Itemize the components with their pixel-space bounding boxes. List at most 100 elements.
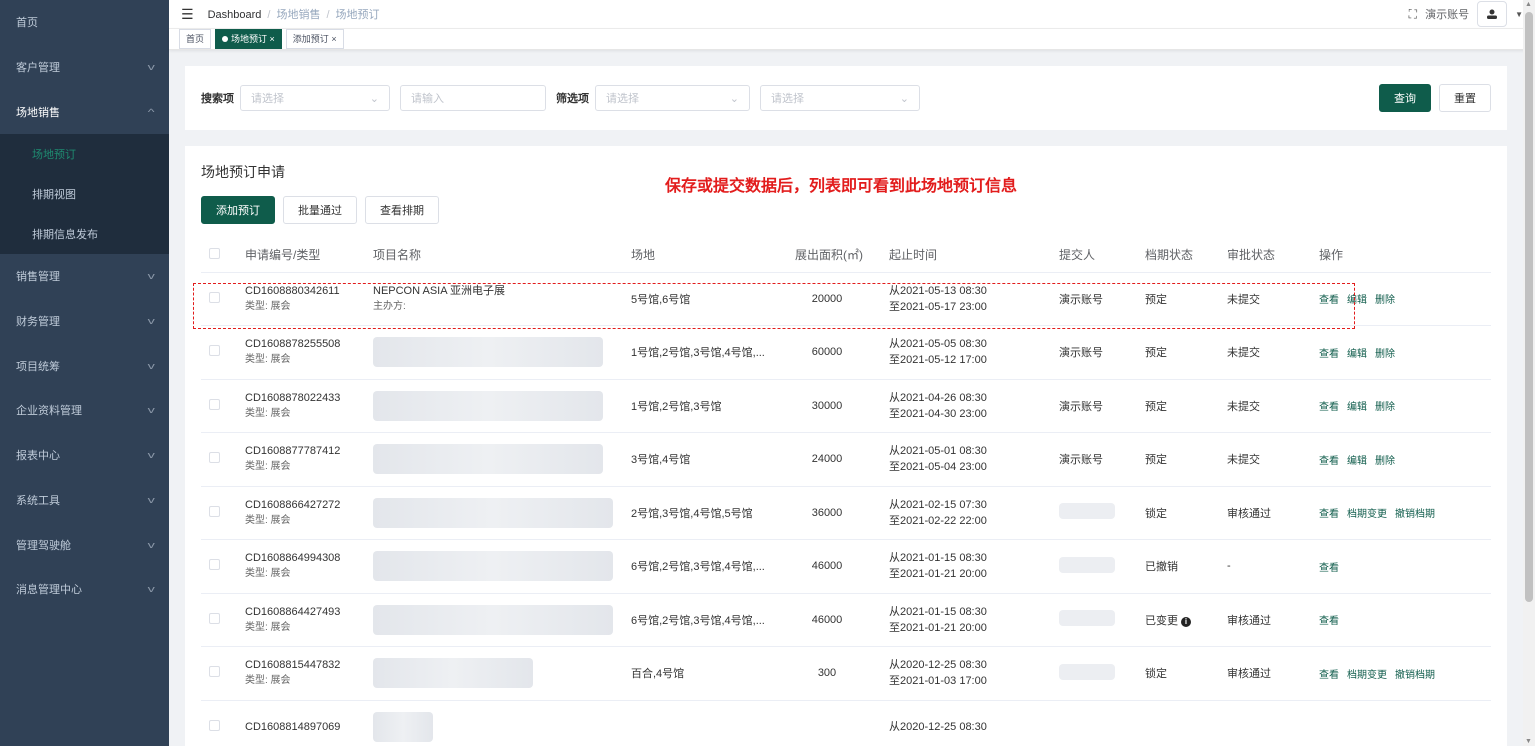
start-time: 从2021-05-05 08:30 <box>889 338 987 351</box>
row-checkbox[interactable] <box>209 719 220 731</box>
application-type: 类型: 展会 <box>245 461 291 473</box>
venue: 1号馆,2号馆,3号馆,4号馆,... <box>631 347 765 360</box>
row-checkbox[interactable] <box>209 345 220 357</box>
add-booking-button[interactable]: 添加预订 <box>201 196 275 224</box>
tab-tag[interactable]: 添加预订 × <box>285 29 344 49</box>
sidebar: 首页 客户管理 v 场地销售 ^ 场地预订 排期视图 排期信息发布 销售管理 v 财务管理 v 项目统筹… <box>0 0 169 746</box>
filter-bar: 搜索项 请选择 ⌄ 请输入 筛选项 请选择 ⌄ 请选择 ⌄ 查询 重置 <box>185 66 1507 130</box>
table-row: CD1608877787412 类型: 展会 3号馆,4号馆 24000 从2021-0… <box>201 432 1491 487</box>
reset-button[interactable]: 重置 <box>1439 84 1491 112</box>
schedule-status: 锁定 <box>1145 668 1167 681</box>
sidebar-item[interactable]: 企业资料管理 v <box>0 388 169 433</box>
breadcrumb-item[interactable]: Dashboard <box>208 9 262 21</box>
action-link[interactable]: 编辑 <box>1347 349 1367 360</box>
action-link[interactable]: 查看 <box>1319 616 1339 627</box>
filter-select-1[interactable]: 请选择 ⌄ <box>595 85 750 111</box>
exhibit-area: 24000 <box>811 453 843 466</box>
sidebar-subitem[interactable]: 场地预订 <box>0 134 169 174</box>
application-id: CD1608815447832 <box>245 659 341 672</box>
action-link[interactable]: 档期变更 <box>1347 670 1387 681</box>
start-time: 从2021-04-26 08:30 <box>889 391 987 404</box>
chevron-down-icon: v <box>147 360 155 371</box>
close-icon[interactable]: × <box>329 34 336 44</box>
sidebar-subitem[interactable]: 排期视图 <box>0 174 169 214</box>
dot-icon <box>222 36 229 42</box>
search-label: 搜索项 <box>201 93 234 105</box>
view-schedule-button[interactable]: 查看排期 <box>365 196 439 224</box>
tab-tag[interactable]: 场地预订 × <box>215 29 282 49</box>
start-time: 从2021-01-15 08:30 <box>889 605 987 618</box>
batch-approve-button[interactable]: 批量通过 <box>283 196 357 224</box>
sidebar-item[interactable]: 场地销售 ^ <box>0 89 169 134</box>
breadcrumb: Dashboard / 场地销售 / 场地预订 <box>207 9 380 21</box>
scrollbar[interactable]: ▲ ▼ <box>1523 0 1535 746</box>
action-link[interactable]: 查看 <box>1319 563 1339 574</box>
sidebar-item[interactable]: 报表中心 v <box>0 433 169 478</box>
sidebar-item[interactable]: 消息管理中心 v <box>0 567 169 612</box>
column-header: 操作 <box>1319 238 1491 273</box>
sidebar-item[interactable]: 系统工具 v <box>0 478 169 523</box>
filter-select-2[interactable]: 请选择 ⌄ <box>760 85 920 111</box>
redacted-submitter <box>1059 610 1115 627</box>
close-icon[interactable]: × <box>267 34 275 44</box>
action-link[interactable]: 查看 <box>1319 349 1339 360</box>
sidebar-item-label: 首页 <box>16 17 38 30</box>
action-link[interactable]: 档期变更 <box>1347 509 1387 520</box>
action-link[interactable]: 查看 <box>1319 509 1339 520</box>
fullscreen-icon[interactable]: ⛶ <box>1409 7 1417 22</box>
action-link[interactable]: 编辑 <box>1347 456 1367 467</box>
row-checkbox[interactable] <box>209 559 220 571</box>
row-checkbox[interactable] <box>209 612 220 624</box>
sidebar-item[interactable]: 项目统筹 v <box>0 343 169 388</box>
table-row: CD1608814897069 从2020-12-25 08:30 <box>201 700 1491 746</box>
row-checkbox[interactable] <box>209 398 220 410</box>
row-checkbox[interactable] <box>209 452 220 464</box>
end-time: 至2021-02-22 22:00 <box>889 514 987 527</box>
row-checkbox[interactable] <box>209 666 220 678</box>
avatar[interactable] <box>1477 1 1508 27</box>
chevron-down-icon: ⌄ <box>899 92 909 105</box>
chevron-down-icon: v <box>147 316 155 327</box>
sidebar-item[interactable]: 管理驾驶舱 v <box>0 522 169 567</box>
approval-status: 审核通过 <box>1227 614 1271 627</box>
hamburger-icon[interactable]: ☰ <box>181 6 194 23</box>
filter-label: 筛选项 <box>556 93 589 105</box>
highlight-box <box>193 283 1355 329</box>
query-button[interactable]: 查询 <box>1379 84 1431 112</box>
action-link[interactable]: 删除 <box>1375 456 1395 467</box>
action-link[interactable]: 删除 <box>1375 402 1395 413</box>
tab-tag[interactable]: 首页 <box>179 29 212 49</box>
start-time: 从2021-02-15 07:30 <box>889 498 987 511</box>
select-all-checkbox[interactable] <box>209 247 220 259</box>
start-time: 从2021-05-01 08:30 <box>889 445 987 458</box>
action-link[interactable]: 删除 <box>1375 295 1395 306</box>
caret-down-icon[interactable]: ▼ <box>1515 10 1523 19</box>
redacted-project-name <box>373 444 603 475</box>
sidebar-item[interactable]: 客户管理 v <box>0 45 169 90</box>
sidebar-item-label: 企业资料管理 <box>16 405 82 418</box>
action-link[interactable]: 删除 <box>1375 349 1395 360</box>
action-link[interactable]: 编辑 <box>1347 402 1367 413</box>
table-row: CD1608878022433 类型: 展会 1号馆,2号馆,3号馆 30000 从20… <box>201 379 1491 433</box>
end-time: 至2021-04-30 23:00 <box>889 407 987 420</box>
info-icon[interactable]: i <box>1181 616 1191 627</box>
tags-view: 首页 场地预订 × 添加预订 × <box>169 29 1535 50</box>
application-type: 类型: 展会 <box>245 354 291 366</box>
action-link[interactable]: 撤销档期 <box>1395 670 1435 681</box>
action-link[interactable]: 查看 <box>1319 402 1339 413</box>
sidebar-subitem[interactable]: 排期信息发布 <box>0 214 169 254</box>
action-link[interactable]: 撤销档期 <box>1395 509 1435 520</box>
sidebar-item[interactable]: 财务管理 v <box>0 299 169 344</box>
search-field-select[interactable]: 请选择 ⌄ <box>240 85 390 111</box>
row-checkbox[interactable] <box>209 505 220 517</box>
table-row: CD1608864427493 类型: 展会 6号馆,2号馆,3号馆,4号馆,...… <box>201 593 1491 647</box>
sidebar-item[interactable]: 销售管理 v <box>0 254 169 299</box>
column-header: 申请编号/类型 <box>245 238 373 273</box>
sidebar-item-label: 销售管理 <box>16 271 60 284</box>
exhibit-area: 46000 <box>811 613 843 626</box>
sidebar-item[interactable]: 首页 <box>0 0 169 45</box>
action-link[interactable]: 查看 <box>1319 456 1339 467</box>
search-input[interactable]: 请输入 <box>400 85 546 111</box>
action-link[interactable]: 查看 <box>1319 670 1339 681</box>
breadcrumb-item: 场地销售 <box>276 9 321 21</box>
